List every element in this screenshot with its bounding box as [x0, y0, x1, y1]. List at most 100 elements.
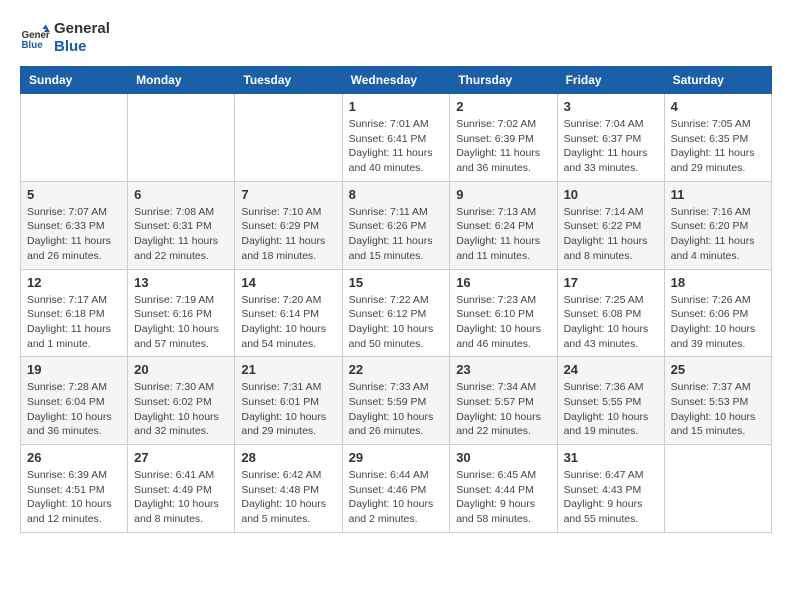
- day-info: Sunrise: 7:07 AM Sunset: 6:33 PM Dayligh…: [27, 205, 121, 264]
- calendar-cell: 8Sunrise: 7:11 AM Sunset: 6:26 PM Daylig…: [342, 181, 450, 269]
- day-info: Sunrise: 7:19 AM Sunset: 6:16 PM Dayligh…: [134, 293, 228, 352]
- calendar-table: SundayMondayTuesdayWednesdayThursdayFrid…: [20, 66, 772, 533]
- weekday-header-tuesday: Tuesday: [235, 67, 342, 94]
- day-info: Sunrise: 7:01 AM Sunset: 6:41 PM Dayligh…: [349, 117, 444, 176]
- day-number: 10: [564, 187, 658, 202]
- calendar-cell: 17Sunrise: 7:25 AM Sunset: 6:08 PM Dayli…: [557, 269, 664, 357]
- calendar-cell: 16Sunrise: 7:23 AM Sunset: 6:10 PM Dayli…: [450, 269, 557, 357]
- day-info: Sunrise: 7:10 AM Sunset: 6:29 PM Dayligh…: [241, 205, 335, 264]
- calendar-cell: 21 Sunrise: 7:31 AM Sunset: 6:01 PM Dayli…: [235, 357, 342, 445]
- day-info: Sunrise: 7:08 AM Sunset: 6:31 PM Dayligh…: [134, 205, 228, 264]
- calendar-cell: 22Sunrise: 7:33 AM Sunset: 5:59 PM Dayli…: [342, 357, 450, 445]
- day-number: 5: [27, 187, 121, 202]
- weekday-header-thursday: Thursday: [450, 67, 557, 94]
- calendar-cell: 15 Sunrise: 7:22 AM Sunset: 6:12 PM Dayli…: [342, 269, 450, 357]
- day-info: Sunrise: 7:34 AM Sunset: 5:57 PM Dayligh…: [456, 380, 550, 439]
- weekday-header-monday: Monday: [128, 67, 235, 94]
- day-info: Sunrise: 6:44 AM Sunset: 4:46 PM Dayligh…: [349, 468, 444, 527]
- weekday-header-wednesday: Wednesday: [342, 67, 450, 94]
- day-info: Sunrise: 7:37 AM Sunset: 5:53 PM Dayligh…: [671, 380, 765, 439]
- day-number: 28: [241, 450, 335, 465]
- day-info: Sunrise: 7:26 AM Sunset: 6:06 PM Dayligh…: [671, 293, 765, 352]
- weekday-header-friday: Friday: [557, 67, 664, 94]
- day-info: Sunrise: 7:28 AM Sunset: 6:04 PM Dayligh…: [27, 380, 121, 439]
- day-info: Sunrise: 7:22 AM Sunset: 6:12 PM Dayligh…: [349, 293, 444, 352]
- logo: General Blue General Blue: [20, 20, 110, 56]
- calendar-cell: 13 Sunrise: 7:19 AM Sunset: 6:16 PM Dayli…: [128, 269, 235, 357]
- logo-icon: General Blue: [20, 23, 50, 53]
- day-number: 12: [27, 275, 121, 290]
- calendar-week-row: 5 Sunrise: 7:07 AM Sunset: 6:33 PM Daylig…: [21, 181, 772, 269]
- day-info: Sunrise: 6:45 AM Sunset: 4:44 PM Dayligh…: [456, 468, 550, 527]
- weekday-header-sunday: Sunday: [21, 67, 128, 94]
- calendar-cell: 29 Sunrise: 6:44 AM Sunset: 4:46 PM Dayli…: [342, 445, 450, 533]
- day-number: 9: [456, 187, 550, 202]
- calendar-cell: 12 Sunrise: 7:17 AM Sunset: 6:18 PM Dayli…: [21, 269, 128, 357]
- day-info: Sunrise: 7:36 AM Sunset: 5:55 PM Dayligh…: [564, 380, 658, 439]
- day-info: Sunrise: 6:42 AM Sunset: 4:48 PM Dayligh…: [241, 468, 335, 527]
- day-number: 13: [134, 275, 228, 290]
- calendar-week-row: 26 Sunrise: 6:39 AM Sunset: 4:51 PM Dayli…: [21, 445, 772, 533]
- day-number: 15: [349, 275, 444, 290]
- day-number: 6: [134, 187, 228, 202]
- day-number: 18: [671, 275, 765, 290]
- day-info: Sunrise: 6:39 AM Sunset: 4:51 PM Dayligh…: [27, 468, 121, 527]
- calendar-cell: 9 Sunrise: 7:13 AM Sunset: 6:24 PM Daylig…: [450, 181, 557, 269]
- calendar-cell: 11 Sunrise: 7:16 AM Sunset: 6:20 PM Dayli…: [664, 181, 771, 269]
- calendar-cell: 31 Sunrise: 6:47 AM Sunset: 4:43 PM Dayli…: [557, 445, 664, 533]
- day-info: Sunrise: 7:02 AM Sunset: 6:39 PM Dayligh…: [456, 117, 550, 176]
- day-number: 19: [27, 362, 121, 377]
- day-number: 30: [456, 450, 550, 465]
- day-info: Sunrise: 7:20 AM Sunset: 6:14 PM Dayligh…: [241, 293, 335, 352]
- calendar-cell: [128, 94, 235, 182]
- day-info: Sunrise: 7:13 AM Sunset: 6:24 PM Dayligh…: [456, 205, 550, 264]
- day-number: 31: [564, 450, 658, 465]
- day-number: 11: [671, 187, 765, 202]
- calendar-cell: 10 Sunrise: 7:14 AM Sunset: 6:22 PM Dayli…: [557, 181, 664, 269]
- day-info: Sunrise: 7:05 AM Sunset: 6:35 PM Dayligh…: [671, 117, 765, 176]
- calendar-week-row: 1 Sunrise: 7:01 AM Sunset: 6:41 PM Daylig…: [21, 94, 772, 182]
- calendar-cell: [235, 94, 342, 182]
- calendar-cell: 19 Sunrise: 7:28 AM Sunset: 6:04 PM Dayli…: [21, 357, 128, 445]
- weekday-header-saturday: Saturday: [664, 67, 771, 94]
- day-number: 21: [241, 362, 335, 377]
- day-number: 20: [134, 362, 228, 377]
- calendar-cell: 1 Sunrise: 7:01 AM Sunset: 6:41 PM Daylig…: [342, 94, 450, 182]
- day-info: Sunrise: 7:16 AM Sunset: 6:20 PM Dayligh…: [671, 205, 765, 264]
- day-number: 29: [349, 450, 444, 465]
- day-number: 8: [349, 187, 444, 202]
- day-info: Sunrise: 6:41 AM Sunset: 4:49 PM Dayligh…: [134, 468, 228, 527]
- day-number: 7: [241, 187, 335, 202]
- calendar-cell: 23 Sunrise: 7:34 AM Sunset: 5:57 PM Dayli…: [450, 357, 557, 445]
- day-number: 2: [456, 99, 550, 114]
- day-number: 25: [671, 362, 765, 377]
- day-info: Sunrise: 7:17 AM Sunset: 6:18 PM Dayligh…: [27, 293, 121, 352]
- calendar-cell: 7 Sunrise: 7:10 AM Sunset: 6:29 PM Daylig…: [235, 181, 342, 269]
- day-number: 22: [349, 362, 444, 377]
- day-info: Sunrise: 7:31 AM Sunset: 6:01 PM Dayligh…: [241, 380, 335, 439]
- calendar-cell: 30 Sunrise: 6:45 AM Sunset: 4:44 PM Dayli…: [450, 445, 557, 533]
- day-info: Sunrise: 7:04 AM Sunset: 6:37 PM Dayligh…: [564, 117, 658, 176]
- calendar-cell: 28 Sunrise: 6:42 AM Sunset: 4:48 PM Dayli…: [235, 445, 342, 533]
- calendar-cell: 20Sunrise: 7:30 AM Sunset: 6:02 PM Dayli…: [128, 357, 235, 445]
- day-number: 1: [349, 99, 444, 114]
- day-number: 4: [671, 99, 765, 114]
- day-number: 27: [134, 450, 228, 465]
- weekday-header-row: SundayMondayTuesdayWednesdayThursdayFrid…: [21, 67, 772, 94]
- day-info: Sunrise: 7:14 AM Sunset: 6:22 PM Dayligh…: [564, 205, 658, 264]
- day-info: Sunrise: 6:47 AM Sunset: 4:43 PM Dayligh…: [564, 468, 658, 527]
- calendar-cell: 25 Sunrise: 7:37 AM Sunset: 5:53 PM Dayli…: [664, 357, 771, 445]
- calendar-cell: 3Sunrise: 7:04 AM Sunset: 6:37 PM Daylig…: [557, 94, 664, 182]
- calendar-week-row: 19 Sunrise: 7:28 AM Sunset: 6:04 PM Dayli…: [21, 357, 772, 445]
- day-number: 26: [27, 450, 121, 465]
- calendar-cell: 5 Sunrise: 7:07 AM Sunset: 6:33 PM Daylig…: [21, 181, 128, 269]
- calendar-cell: [664, 445, 771, 533]
- day-info: Sunrise: 7:23 AM Sunset: 6:10 PM Dayligh…: [456, 293, 550, 352]
- svg-text:Blue: Blue: [22, 40, 44, 51]
- day-number: 23: [456, 362, 550, 377]
- calendar-cell: 6 Sunrise: 7:08 AM Sunset: 6:31 PM Daylig…: [128, 181, 235, 269]
- day-info: Sunrise: 7:25 AM Sunset: 6:08 PM Dayligh…: [564, 293, 658, 352]
- calendar-cell: 14Sunrise: 7:20 AM Sunset: 6:14 PM Dayli…: [235, 269, 342, 357]
- calendar-cell: [21, 94, 128, 182]
- calendar-cell: 27 Sunrise: 6:41 AM Sunset: 4:49 PM Dayli…: [128, 445, 235, 533]
